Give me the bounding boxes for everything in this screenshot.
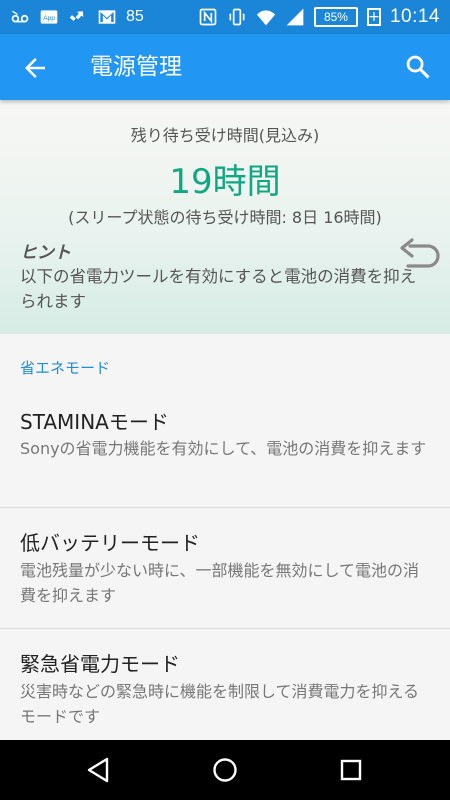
nfc-icon	[199, 8, 217, 26]
status-right-icons: 85% + 10:14	[198, 0, 440, 34]
home-circle-icon[interactable]	[210, 755, 240, 785]
rotate-screen-icon[interactable]	[396, 238, 442, 274]
svg-text:App: App	[43, 15, 55, 22]
gmail-icon	[98, 10, 116, 24]
hint-title: ヒント	[20, 243, 71, 263]
section-header-eco-mode: 省エネモード	[20, 359, 111, 377]
page-title: 電源管理	[90, 54, 182, 80]
wifi-icon	[256, 10, 276, 26]
search-icon[interactable]	[404, 53, 432, 81]
list-item-description: 電池残量が少ない時に、一部機能を無効にして電池の消費を抑えます	[20, 561, 420, 605]
voicemail-icon	[11, 10, 29, 23]
sleep-standby-time: (スリープ状態の待ち受け時間: 8日 16時間)	[68, 208, 382, 227]
standby-hours: 19時間	[169, 162, 281, 202]
list-item-description: Sonyの省電力機能を有効にして、電池の消費を抑えます	[20, 439, 427, 458]
vibrate-icon	[229, 8, 245, 26]
charging-icon: +	[366, 8, 381, 26]
status-left-icons: App 85	[10, 0, 144, 34]
clock: 10:14	[389, 6, 440, 27]
app-icon: App	[40, 10, 58, 24]
status-bar: App 85 85% + 10:14	[0, 0, 450, 34]
hint-text: 以下の省電力ツールを有効にすると電池の消費を抑えられます	[20, 267, 417, 311]
list-item-emergency-power-mode[interactable]: 緊急省電力モード 災害時などの緊急時に機能を制限して消費電力を抑えるモードです	[0, 629, 450, 739]
list-item-low-battery-mode[interactable]: 低バッテリーモード 電池残量が少ない時に、一部機能を無効にして電池の消費を抑えま…	[0, 508, 450, 628]
list-item-title: 緊急省電力モード	[20, 652, 180, 676]
list-item-stamina-mode[interactable]: STAMINAモード Sonyの省電力機能を有効にして、電池の消費を抑えます	[0, 392, 450, 508]
battery-indicator: 85%	[313, 7, 358, 27]
standby-label: 残り待ち受け時間(見込み)	[130, 126, 320, 145]
app-bar: 電源管理	[0, 34, 450, 100]
list-item-title: STAMINAモード	[20, 410, 169, 434]
arrow-left-icon[interactable]	[20, 53, 50, 83]
list-item-description: 災害時などの緊急時に機能を制限して消費電力を抑えるモードです	[20, 682, 420, 726]
recents-square-icon[interactable]	[336, 755, 366, 785]
standby-info-panel: 残り待ち受け時間(見込み) 19時間 (スリープ状態の待ち受け時間: 8日 16…	[0, 100, 450, 334]
usb-debug-icon	[69, 11, 84, 21]
list-item-title: 低バッテリーモード	[20, 531, 200, 555]
temperature-readout: 85	[126, 8, 144, 25]
battery-percent: 85%	[323, 10, 348, 24]
navigation-bar	[0, 740, 450, 800]
signal-icon	[286, 8, 304, 26]
back-triangle-icon[interactable]	[83, 755, 113, 785]
